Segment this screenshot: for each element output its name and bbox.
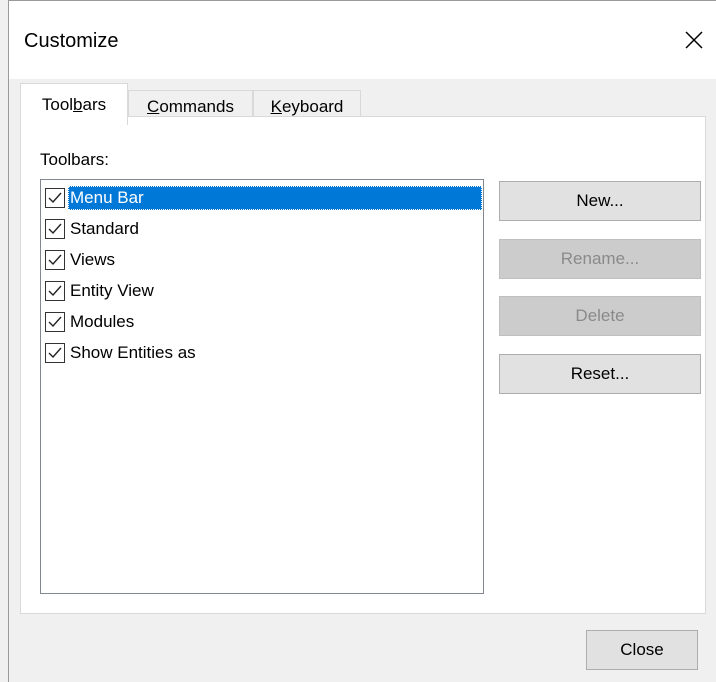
- list-item[interactable]: Views: [42, 244, 482, 275]
- reset-button-label: Reset...: [570, 364, 630, 383]
- list-item-label: Show Entities as: [70, 342, 196, 362]
- delete-button[interactable]: Delete: [499, 296, 701, 336]
- checkbox[interactable]: [45, 218, 65, 239]
- list-item-label: Entity View: [70, 280, 154, 300]
- rename-button-label: Rename...: [560, 249, 640, 268]
- close-button[interactable]: Close: [586, 630, 698, 670]
- checkmark-icon: [48, 254, 62, 265]
- rename-button[interactable]: Rename...: [499, 239, 701, 279]
- list-item[interactable]: Standard: [42, 213, 482, 244]
- checkmark-icon: [48, 316, 62, 327]
- tab-commands-label: Commands: [147, 96, 234, 116]
- list-item[interactable]: Menu Bar: [42, 182, 482, 213]
- close-window-button[interactable]: [679, 25, 709, 55]
- dialog-title: Customize: [24, 30, 119, 52]
- checkmark-icon: [48, 285, 62, 296]
- tab-toolbars-label: Toolbars: [41, 94, 107, 114]
- checkbox[interactable]: [45, 342, 65, 363]
- list-item[interactable]: Modules: [42, 306, 482, 337]
- close-icon: [685, 31, 703, 49]
- checkmark-icon: [48, 223, 62, 234]
- tab-keyboard-label: Keyboard: [270, 96, 344, 116]
- list-item[interactable]: Show Entities as: [42, 337, 482, 368]
- checkmark-icon: [48, 347, 62, 358]
- toolbars-group-label: Toolbars:: [40, 150, 109, 169]
- toolbars-tab-panel: Toolbars: Menu Bar Standard Views Entity…: [20, 116, 706, 614]
- toolbars-listbox[interactable]: Menu Bar Standard Views Entity View Modu…: [40, 179, 484, 594]
- new-button[interactable]: New...: [499, 181, 701, 221]
- tab-toolbars[interactable]: Toolbars: [20, 83, 128, 125]
- list-item-label: Modules: [70, 311, 135, 331]
- checkmark-icon: [48, 192, 62, 203]
- list-item-label: Menu Bar: [68, 185, 482, 210]
- new-button-label: New...: [576, 191, 624, 210]
- title-bar: Customize: [9, 1, 716, 79]
- checkbox[interactable]: [45, 187, 65, 208]
- close-button-label: Close: [620, 640, 664, 659]
- checkbox[interactable]: [45, 280, 65, 301]
- list-item-label: Views: [70, 249, 116, 269]
- reset-button[interactable]: Reset...: [499, 354, 701, 394]
- checkbox[interactable]: [45, 249, 65, 270]
- list-item-label: Standard: [70, 218, 139, 238]
- customize-dialog: Customize Toolbars Commands Keyboard Too…: [8, 0, 716, 682]
- delete-button-label: Delete: [575, 306, 625, 325]
- checkbox[interactable]: [45, 311, 65, 332]
- list-item[interactable]: Entity View: [42, 275, 482, 306]
